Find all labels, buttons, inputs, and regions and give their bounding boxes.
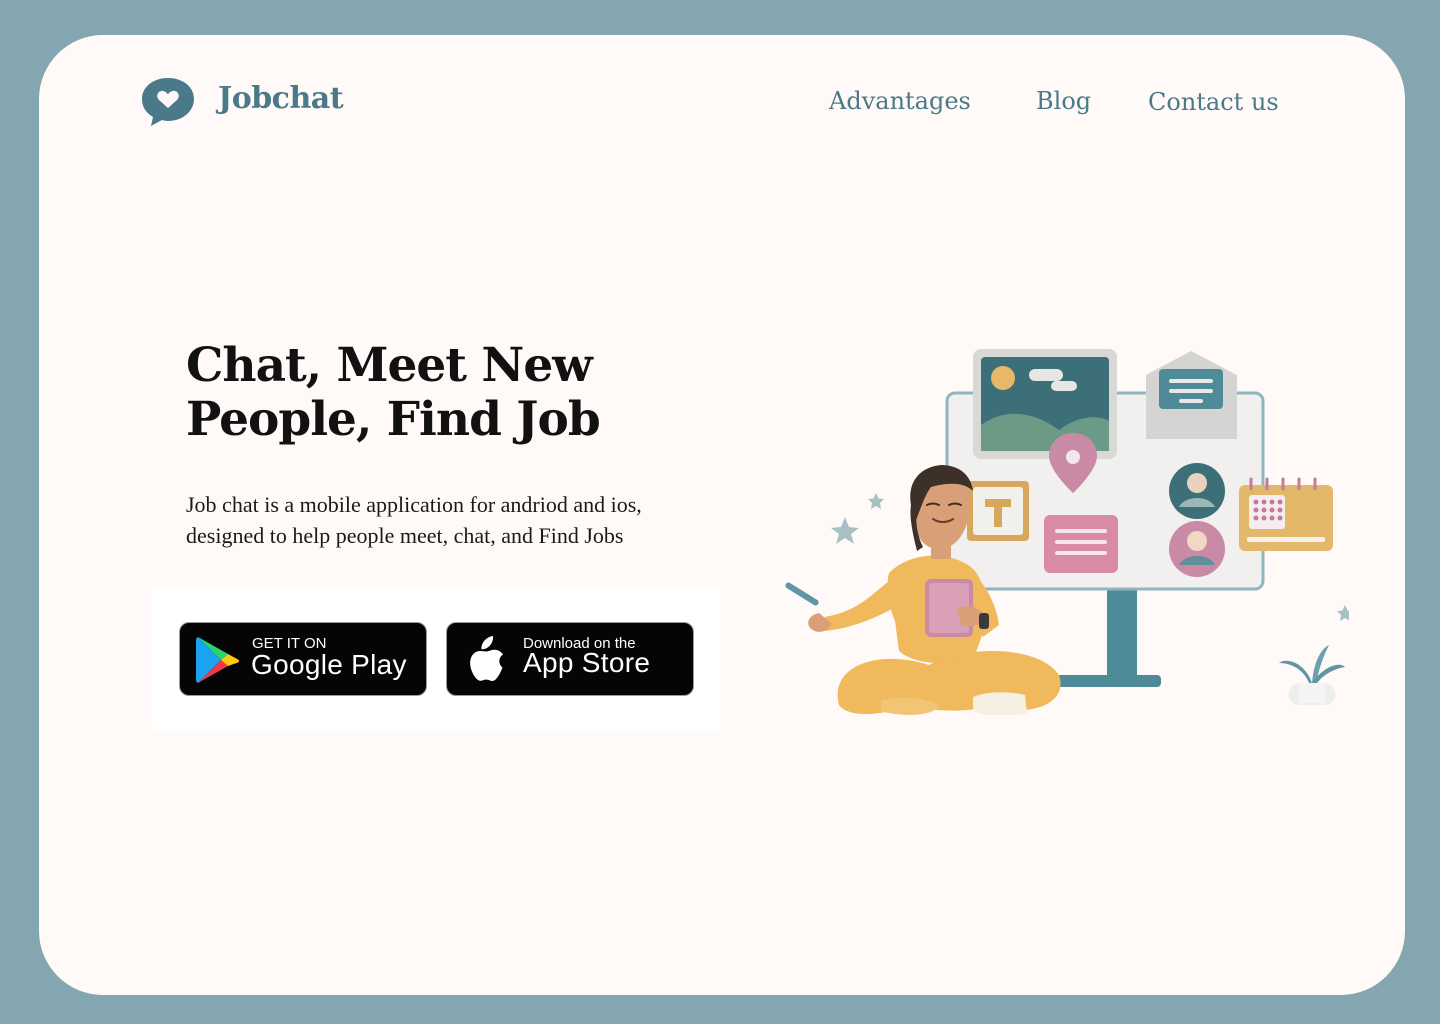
apple-icon xyxy=(470,636,503,681)
hero-title: Chat, Meet New People, Find Job xyxy=(186,338,601,447)
nav-blog[interactable]: Blog xyxy=(1036,87,1091,115)
nav-advantages[interactable]: Advantages xyxy=(829,87,971,115)
chat-bubble-heart-icon xyxy=(142,78,194,126)
brand-logo[interactable]: Jobchat xyxy=(140,76,344,128)
hero-description: Job chat is a mobile application for and… xyxy=(186,492,642,548)
calendar-illustration xyxy=(1239,477,1333,551)
text-tile-illustration xyxy=(967,481,1029,541)
app-store-button[interactable]: Download on the App Store xyxy=(446,622,694,696)
hero-illustration xyxy=(785,349,1349,715)
envelope-illustration xyxy=(1146,351,1237,439)
app-store-big-text: App Store xyxy=(523,647,651,678)
google-play-big-text: Google Play xyxy=(251,649,407,680)
page-card: Jobchat Advantages Blog Contact us Chat,… xyxy=(39,35,1405,995)
plant-illustration xyxy=(1279,645,1345,705)
google-play-icon xyxy=(196,637,240,683)
nav-contact[interactable]: Contact us xyxy=(1148,88,1279,116)
google-play-button[interactable]: GET IT ON Google Play xyxy=(179,622,427,696)
image-card-illustration xyxy=(973,349,1117,459)
note-card-illustration xyxy=(1044,515,1118,573)
store-badges: GET IT ON Google Play Download on the Ap… xyxy=(152,588,720,731)
brand-name: Jobchat xyxy=(218,80,344,116)
